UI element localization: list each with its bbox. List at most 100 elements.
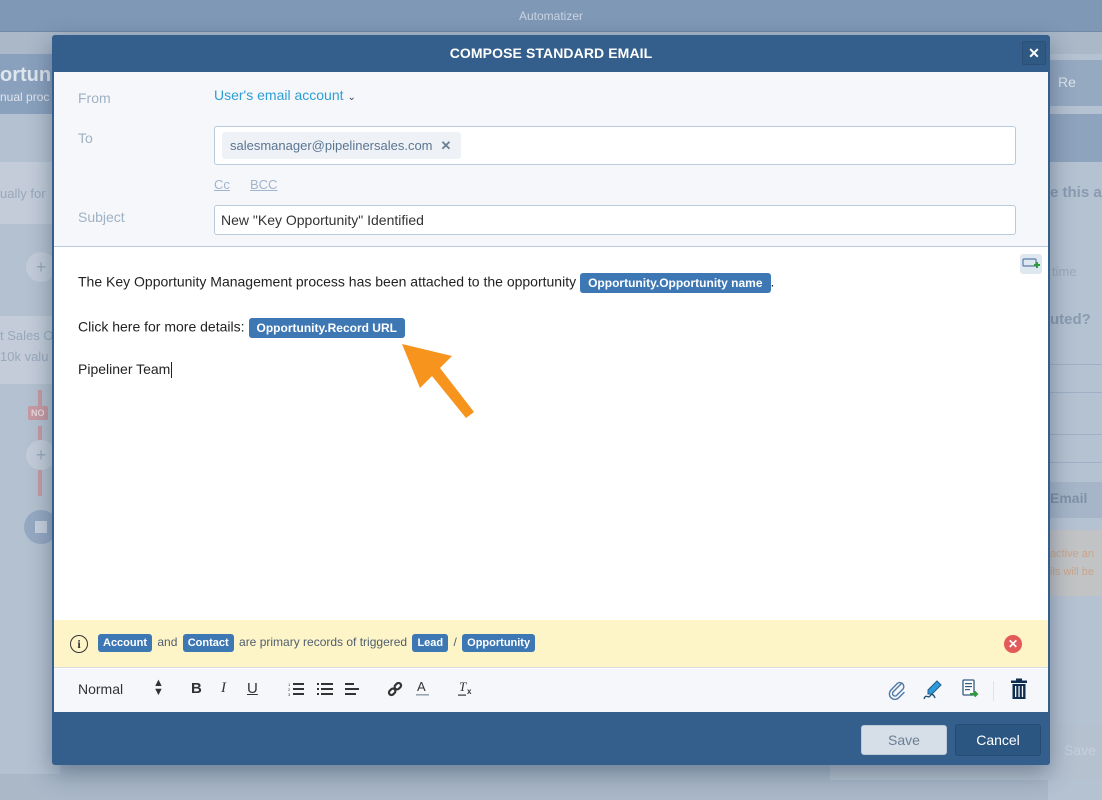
body-paragraph-3: Pipeliner Team bbox=[78, 361, 173, 379]
tag-contact: Contact bbox=[182, 634, 234, 652]
text-color-icon: A bbox=[416, 679, 429, 696]
info-text-and: and bbox=[157, 635, 178, 650]
link-icon bbox=[387, 681, 403, 697]
bcc-link[interactable]: BCC bbox=[250, 177, 277, 192]
background-trigger-text: ually for bbox=[0, 186, 46, 201]
background-warning-box bbox=[1048, 530, 1102, 596]
recipient-email: salesmanager@pipelinersales.com bbox=[230, 138, 433, 153]
paperclip-icon bbox=[888, 681, 905, 700]
info-text-slash: / bbox=[453, 635, 457, 650]
close-circle-icon: ✕ bbox=[1007, 637, 1019, 651]
signature-button[interactable] bbox=[922, 679, 944, 701]
dialog-header: COMPOSE STANDARD EMAIL ✕ bbox=[52, 35, 1050, 71]
tag-opportunity: Opportunity bbox=[462, 634, 536, 652]
ordered-list-button[interactable]: 1 2 3 bbox=[288, 682, 304, 696]
clear-formatting-icon: T x bbox=[458, 679, 472, 696]
background-divider bbox=[1048, 434, 1102, 435]
background-right-question1: e this a bbox=[1050, 184, 1102, 201]
subject-label: Subject bbox=[78, 209, 125, 225]
email-body-editor[interactable]: The Key Opportunity Management process h… bbox=[54, 248, 1048, 620]
background-divider bbox=[1048, 462, 1102, 463]
dismiss-info-button[interactable]: ✕ bbox=[1004, 635, 1022, 653]
sort-arrows-icon: ▲ ▼ bbox=[153, 677, 164, 698]
background-right-time: time bbox=[1052, 264, 1077, 279]
background-condition-line1: t Sales O bbox=[0, 328, 54, 343]
subject-input[interactable] bbox=[214, 205, 1016, 235]
format-select[interactable]: Normal bbox=[78, 681, 123, 697]
body-text-1: The Key Opportunity Management process h… bbox=[78, 273, 577, 290]
body-text-period: . bbox=[770, 273, 775, 290]
from-label: From bbox=[78, 90, 111, 106]
background-warning-line1: active an bbox=[1050, 548, 1095, 560]
background-divider bbox=[1048, 364, 1102, 365]
italic-icon: I bbox=[221, 680, 226, 696]
trash-icon bbox=[1011, 678, 1027, 699]
dialog-title: COMPOSE STANDARD EMAIL bbox=[449, 45, 653, 61]
ordered-list-icon: 1 2 3 bbox=[288, 682, 304, 696]
delete-button[interactable] bbox=[1010, 678, 1028, 700]
from-account-value: User's email account bbox=[214, 87, 344, 103]
background-right-question2: uted? bbox=[1050, 311, 1091, 328]
svg-text:A: A bbox=[417, 679, 426, 694]
align-left-icon bbox=[345, 683, 359, 695]
close-icon: ✕ bbox=[1028, 45, 1040, 61]
formatting-toolbar: Normal ▲ ▼ B I U 1 2 3 A T x bbox=[54, 669, 1048, 712]
svg-text:3: 3 bbox=[288, 692, 291, 696]
underline-button[interactable]: U bbox=[247, 680, 258, 697]
body-paragraph-1: The Key Opportunity Management process h… bbox=[78, 273, 774, 293]
close-button[interactable]: ✕ bbox=[1022, 41, 1046, 65]
attach-button[interactable] bbox=[887, 680, 907, 700]
background-redo-label: Re bbox=[1058, 74, 1076, 90]
svg-text:T: T bbox=[459, 679, 467, 694]
chevron-down-icon: ⌄ bbox=[347, 92, 356, 103]
format-select-toggle[interactable]: ▲ ▼ bbox=[153, 677, 164, 698]
text-color-button[interactable]: A bbox=[416, 679, 430, 697]
to-label: To bbox=[78, 130, 93, 146]
to-recipients-field[interactable]: salesmanager@pipelinersales.com ✕ bbox=[214, 126, 1016, 165]
document-export-icon bbox=[962, 679, 979, 698]
bullet-list-button[interactable] bbox=[317, 682, 333, 696]
bullet-list-icon bbox=[317, 683, 333, 695]
body-text-3: Pipeliner Team bbox=[78, 361, 171, 377]
background-divider bbox=[1048, 392, 1102, 393]
dialog-body: From User's email account ⌄ To salesmanag… bbox=[54, 72, 1048, 712]
recipient-chip[interactable]: salesmanager@pipelinersales.com ✕ bbox=[222, 132, 462, 159]
background-save-label: Save bbox=[1064, 742, 1096, 758]
insert-field-button[interactable] bbox=[1020, 254, 1042, 274]
from-account-dropdown[interactable]: User's email account ⌄ bbox=[214, 87, 356, 103]
dialog-footer: Save Cancel bbox=[52, 714, 1050, 765]
merge-field-record-url[interactable]: Opportunity.Record URL bbox=[248, 318, 405, 338]
merge-field-opportunity-name[interactable]: Opportunity.Opportunity name bbox=[580, 273, 771, 293]
underline-icon: U bbox=[247, 680, 258, 697]
remove-recipient-icon[interactable]: ✕ bbox=[441, 138, 452, 153]
italic-button[interactable]: I bbox=[221, 680, 226, 697]
body-paragraph-2: Click here for more details: Opportunity.… bbox=[78, 318, 405, 338]
email-headers: From User's email account ⌄ To salesmanag… bbox=[54, 72, 1048, 247]
background-no-badge: NO bbox=[28, 406, 48, 420]
annotation-arrow-icon bbox=[402, 344, 474, 418]
info-text-middle: are primary records of triggered bbox=[239, 635, 408, 650]
insert-field-icon bbox=[1022, 258, 1040, 268]
cc-link[interactable]: Cc bbox=[214, 177, 230, 192]
save-button[interactable]: Save bbox=[861, 725, 947, 755]
compose-email-dialog: COMPOSE STANDARD EMAIL ✕ From User's ema… bbox=[52, 35, 1050, 765]
background-condition-line2: 10k valu bbox=[0, 349, 49, 364]
background-email-label: Email bbox=[1050, 490, 1088, 506]
text-cursor bbox=[171, 362, 173, 379]
info-bar: i Account and Contact are primary record… bbox=[54, 620, 1048, 668]
template-button[interactable] bbox=[962, 679, 980, 699]
background-process-title: ortun bbox=[0, 64, 52, 86]
tag-lead: Lead bbox=[412, 634, 449, 652]
background-process-subtitle: nual proc bbox=[0, 90, 50, 104]
clear-formatting-button[interactable]: T x bbox=[458, 679, 474, 697]
app-title-bar: Automatizer bbox=[0, 0, 1102, 32]
svg-text:x: x bbox=[467, 687, 472, 696]
link-button[interactable] bbox=[387, 681, 403, 697]
tag-account: Account bbox=[98, 634, 152, 652]
cancel-button[interactable]: Cancel bbox=[955, 724, 1041, 756]
bold-button[interactable]: B bbox=[191, 680, 202, 697]
toolbar-divider bbox=[993, 681, 994, 701]
info-message: Account and Contact are primary records … bbox=[96, 634, 537, 652]
body-text-2: Click here for more details: bbox=[78, 318, 245, 335]
align-button[interactable] bbox=[345, 682, 360, 696]
